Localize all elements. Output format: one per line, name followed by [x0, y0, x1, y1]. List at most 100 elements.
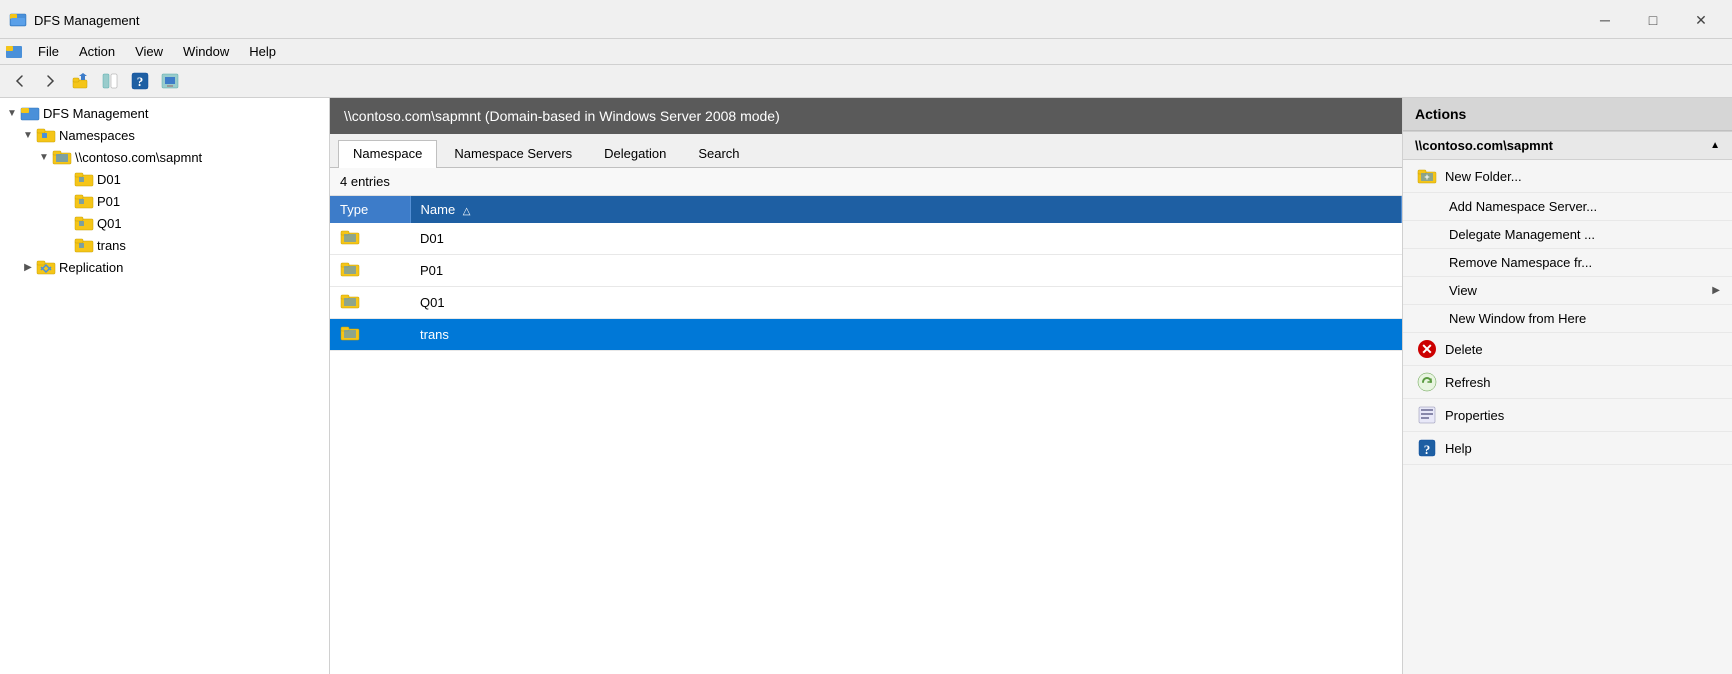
- console-button[interactable]: [156, 68, 184, 94]
- contoso-icon: [52, 148, 72, 166]
- actions-section-collapse-icon: ▲: [1710, 140, 1720, 151]
- tab-delegation[interactable]: Delegation: [589, 140, 681, 167]
- tree-label-q01: Q01: [97, 216, 122, 231]
- tree-item-p01[interactable]: P01: [0, 190, 329, 212]
- q01-icon: [74, 214, 94, 232]
- menu-help[interactable]: Help: [239, 41, 286, 62]
- dfs-root-icon: [20, 104, 40, 122]
- help-icon: ?: [1417, 438, 1437, 458]
- tab-namespace[interactable]: Namespace: [338, 140, 437, 168]
- entries-count: 4 entries: [340, 174, 390, 189]
- action-add-namespace-server[interactable]: Add Namespace Server...: [1403, 193, 1732, 221]
- tree-expand-trans-spacer: [58, 237, 74, 253]
- action-delete[interactable]: ✕ Delete: [1403, 333, 1732, 366]
- d01-icon: [74, 170, 94, 188]
- table-row[interactable]: P01: [330, 255, 1402, 287]
- menu-file[interactable]: File: [28, 41, 69, 62]
- action-add-ns-label: Add Namespace Server...: [1449, 199, 1597, 214]
- svg-text:✕: ✕: [1421, 341, 1433, 357]
- forward-button[interactable]: [36, 68, 64, 94]
- action-properties-label: Properties: [1445, 408, 1504, 423]
- close-button[interactable]: ✕: [1678, 6, 1724, 34]
- view-submenu-arrow: ▶: [1712, 285, 1720, 296]
- table-row[interactable]: Q01: [330, 287, 1402, 319]
- menu-window[interactable]: Window: [173, 41, 239, 62]
- toolbar: ?: [0, 65, 1732, 98]
- refresh-icon: [1417, 372, 1437, 392]
- app-icon: [8, 10, 28, 30]
- tree-label-contoso: \\contoso.com\sapmnt: [75, 150, 202, 165]
- maximize-button[interactable]: □: [1630, 6, 1676, 34]
- back-button[interactable]: [6, 68, 34, 94]
- action-remove-ns-label: Remove Namespace fr...: [1449, 255, 1592, 270]
- svg-text:?: ?: [137, 74, 144, 89]
- cell-type: [330, 287, 410, 319]
- tree-item-q01[interactable]: Q01: [0, 212, 329, 234]
- left-tree-panel: ▼ DFS Management ▼ Namespaces: [0, 98, 330, 674]
- trans-icon: [74, 236, 94, 254]
- action-refresh[interactable]: Refresh: [1403, 366, 1732, 399]
- tree-expand-dfs[interactable]: ▼: [4, 105, 20, 121]
- tree-item-d01[interactable]: D01: [0, 168, 329, 190]
- properties-icon: [1417, 405, 1437, 425]
- table-row[interactable]: trans: [330, 319, 1402, 351]
- svg-text:+: +: [1424, 172, 1429, 182]
- delete-icon: ✕: [1417, 339, 1437, 359]
- tree-item-dfs-root[interactable]: ▼ DFS Management: [0, 102, 329, 124]
- action-help[interactable]: ? Help: [1403, 432, 1732, 465]
- sort-arrow-name: △: [463, 206, 471, 217]
- tree-expand-replication[interactable]: ▶: [20, 259, 36, 275]
- app-title: DFS Management: [34, 13, 140, 28]
- tab-search[interactable]: Search: [683, 140, 754, 167]
- action-delegate-label: Delegate Management ...: [1449, 227, 1595, 242]
- title-bar-left: DFS Management: [8, 10, 140, 30]
- actions-section-label: \\contoso.com\sapmnt: [1415, 138, 1553, 153]
- col-header-name[interactable]: Name △: [410, 196, 1402, 223]
- tree-label-p01: P01: [97, 194, 120, 209]
- table-row[interactable]: D01: [330, 223, 1402, 255]
- action-new-window[interactable]: New Window from Here: [1403, 305, 1732, 333]
- actions-header-text: Actions: [1415, 106, 1466, 122]
- action-view[interactable]: View ▶: [1403, 277, 1732, 305]
- action-new-folder-label: New Folder...: [1445, 169, 1522, 184]
- cell-name: trans: [410, 319, 1402, 351]
- cell-type: [330, 255, 410, 287]
- menu-app-icon: [4, 42, 24, 62]
- tree-item-namespaces[interactable]: ▼ Namespaces: [0, 124, 329, 146]
- menu-bar: File Action View Window Help: [0, 39, 1732, 65]
- tree-expand-p01-spacer: [58, 193, 74, 209]
- menu-action[interactable]: Action: [69, 41, 125, 62]
- action-new-folder[interactable]: + New Folder...: [1403, 160, 1732, 193]
- tree-item-replication[interactable]: ▶ Replication: [0, 256, 329, 278]
- cell-name: D01: [410, 223, 1402, 255]
- entries-bar: 4 entries: [330, 168, 1402, 196]
- tree-label-d01: D01: [97, 172, 121, 187]
- title-bar: DFS Management ─ □ ✕: [0, 0, 1732, 39]
- tree-item-trans[interactable]: trans: [0, 234, 329, 256]
- tree-expand-namespaces[interactable]: ▼: [20, 127, 36, 143]
- help-button[interactable]: ?: [126, 68, 154, 94]
- menu-view[interactable]: View: [125, 41, 173, 62]
- up-button[interactable]: [66, 68, 94, 94]
- tree-item-namespace-contoso[interactable]: ▼ \\contoso.com\sapmnt: [0, 146, 329, 168]
- action-delete-label: Delete: [1445, 342, 1483, 357]
- action-remove-namespace[interactable]: Remove Namespace fr...: [1403, 249, 1732, 277]
- namespace-table: Type Name △ D01 P01 Q01: [330, 196, 1402, 351]
- tree-label-replication: Replication: [59, 260, 123, 275]
- action-delegate-management[interactable]: Delegate Management ...: [1403, 221, 1732, 249]
- action-properties[interactable]: Properties: [1403, 399, 1732, 432]
- show-hide-button[interactable]: [96, 68, 124, 94]
- cell-name: P01: [410, 255, 1402, 287]
- tree-expand-contoso[interactable]: ▼: [36, 149, 52, 165]
- namespaces-icon: [36, 126, 56, 144]
- tree-label-namespaces: Namespaces: [59, 128, 135, 143]
- actions-section-namespace[interactable]: \\contoso.com\sapmnt ▲: [1403, 131, 1732, 160]
- middle-panel: \\contoso.com\sapmnt (Domain-based in Wi…: [330, 98, 1402, 674]
- namespace-header-text: \\contoso.com\sapmnt (Domain-based in Wi…: [344, 108, 780, 124]
- main-area: ▼ DFS Management ▼ Namespaces: [0, 98, 1732, 674]
- tab-namespace-servers[interactable]: Namespace Servers: [439, 140, 587, 167]
- tree-label-dfs-root: DFS Management: [43, 106, 149, 121]
- minimize-button[interactable]: ─: [1582, 6, 1628, 34]
- col-header-type[interactable]: Type: [330, 196, 410, 223]
- p01-icon: [74, 192, 94, 210]
